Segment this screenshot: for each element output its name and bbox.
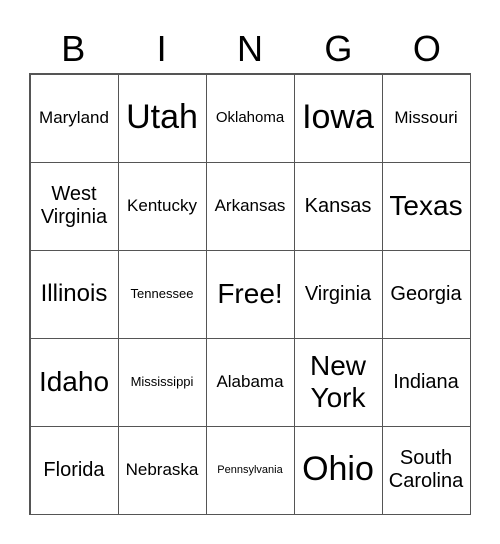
bingo-cell[interactable]: Nebraska [117, 425, 207, 515]
cell-label: Nebraska [125, 460, 199, 480]
cell-label: Ohio [302, 450, 374, 489]
bingo-cell[interactable]: Mississippi [117, 337, 207, 427]
bingo-cell[interactable]: Tennessee [117, 249, 207, 339]
cell-label: Utah [126, 98, 198, 137]
cell-label: Missouri [394, 108, 458, 128]
bingo-cell[interactable]: Texas [381, 161, 471, 251]
bingo-cell[interactable]: Iowa [293, 73, 383, 163]
cell-label: Maryland [39, 108, 109, 128]
bingo-cell[interactable]: South Carolina [381, 425, 471, 515]
bingo-cell[interactable]: Alabama [205, 337, 295, 427]
header-letter-n: N [237, 28, 264, 69]
cell-label: New York [309, 349, 366, 413]
cell-label: Alabama [216, 372, 284, 392]
cell-label: Arkansas [214, 196, 286, 216]
bingo-cell[interactable]: West Virginia [29, 161, 119, 251]
header-letter-g: G [324, 28, 353, 69]
bingo-cell[interactable]: Indiana [381, 337, 471, 427]
header-letter-b: B [61, 28, 86, 69]
bingo-cell[interactable]: Pennsylvania [205, 425, 295, 515]
cell-label: Iowa [302, 98, 374, 137]
cell-label: Tennessee [130, 285, 194, 301]
cell-label: Georgia [390, 282, 462, 305]
bingo-cell[interactable]: Virginia [293, 249, 383, 339]
free-space-cell[interactable]: Free! [205, 249, 295, 339]
cell-label: Florida [43, 458, 105, 481]
bingo-cell[interactable]: New York [293, 337, 383, 427]
header-letter-i: I [156, 28, 167, 69]
bingo-cell[interactable]: Oklahoma [205, 73, 295, 163]
cell-label: Kentucky [127, 196, 197, 216]
cell-label: Pennsylvania [217, 463, 283, 476]
bingo-cell[interactable]: Kentucky [117, 161, 207, 251]
bingo-cell[interactable]: Missouri [381, 73, 471, 163]
bingo-cell[interactable]: Georgia [381, 249, 471, 339]
cell-label: Idaho [38, 365, 110, 397]
cell-label: Virginia [304, 282, 372, 305]
bingo-cell[interactable]: Illinois [29, 249, 119, 339]
cell-label: West Virginia [40, 183, 108, 228]
bingo-cell[interactable]: Idaho [29, 337, 119, 427]
bingo-cell[interactable]: Florida [29, 425, 119, 515]
cell-label: Oklahoma [215, 109, 285, 127]
cell-label: Indiana [393, 370, 459, 393]
cell-label: South Carolina [388, 447, 464, 492]
cell-label: Texas [389, 189, 463, 221]
bingo-card-grid: Maryland Utah Oklahoma Iowa Missouri West Vir… [29, 73, 471, 515]
cell-label: Free! [217, 277, 283, 309]
cell-label: Mississippi [130, 373, 194, 389]
bingo-cell[interactable]: Kansas [293, 161, 383, 251]
bingo-cell[interactable]: Maryland [29, 73, 119, 163]
cell-label: Illinois [40, 280, 108, 308]
bingo-header: B I N G O [29, 26, 471, 72]
bingo-cell[interactable]: Arkansas [205, 161, 295, 251]
cell-label: Kansas [304, 194, 372, 217]
bingo-cell[interactable]: Ohio [293, 425, 383, 515]
header-letter-o: O [412, 28, 441, 69]
bingo-cell[interactable]: Utah [117, 73, 207, 163]
